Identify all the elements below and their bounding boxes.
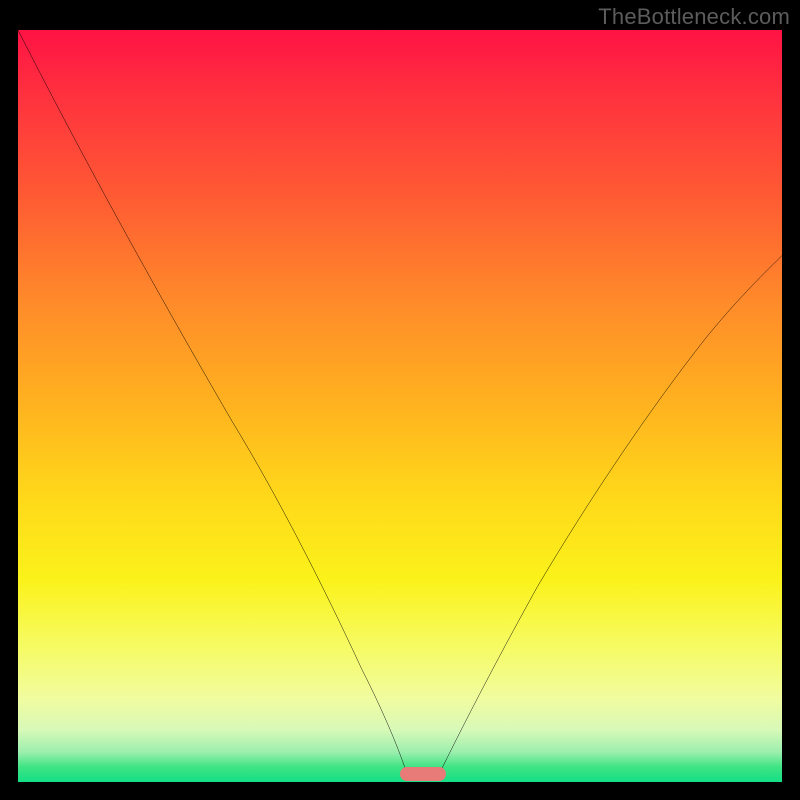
watermark-label: TheBottleneck.com bbox=[598, 4, 790, 30]
curve-right-branch bbox=[438, 256, 782, 776]
chart-frame: TheBottleneck.com bbox=[0, 0, 800, 800]
optimal-marker bbox=[400, 767, 446, 781]
curve-overlay bbox=[18, 30, 782, 782]
curve-left-branch bbox=[18, 30, 408, 776]
plot-area bbox=[18, 30, 782, 782]
